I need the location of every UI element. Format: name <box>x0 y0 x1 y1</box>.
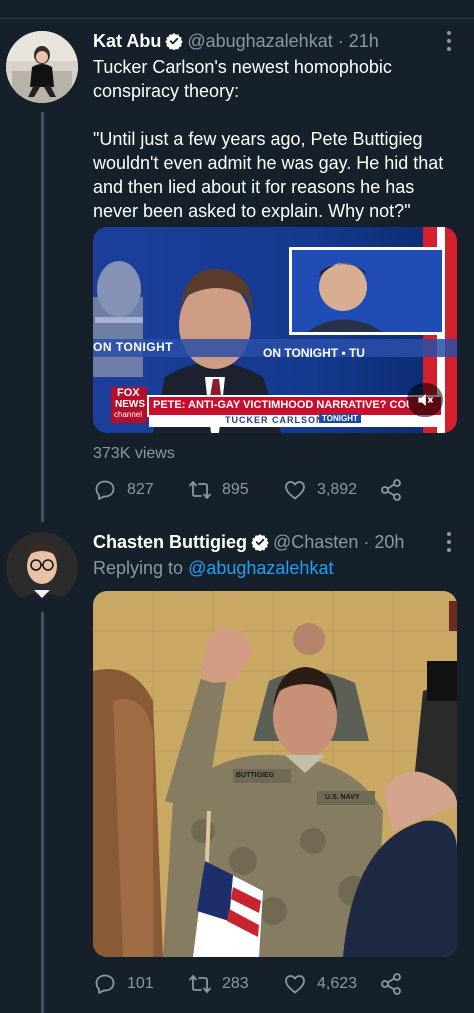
replying-to-link[interactable]: @abughazalehkat <box>188 558 333 578</box>
tweet-header: Chasten Buttigieg @Chasten · 20h <box>93 532 404 553</box>
retweet-button[interactable]: 895 <box>188 478 249 502</box>
replying-to: Replying to @abughazalehkat <box>93 558 333 579</box>
replying-to-label: Replying to <box>93 558 184 578</box>
retweet-count: 895 <box>222 481 249 498</box>
lower-third-headline: PETE: ANTI-GAY VICTIMHOOD NARRATIVE? COU… <box>153 399 409 411</box>
avatar[interactable] <box>6 532 78 604</box>
reply-icon <box>95 974 115 994</box>
retweet-icon <box>189 481 211 499</box>
share-icon <box>381 479 401 501</box>
reply-count: 101 <box>127 975 154 992</box>
tweet-time[interactable]: 20h <box>374 532 404 552</box>
thread-line <box>41 112 44 522</box>
verified-badge-icon <box>251 534 269 551</box>
tweet-actions: 827 895 3,892 <box>93 478 413 502</box>
branch-tape-text: U.S. NAVY <box>325 794 360 801</box>
more-options-icon[interactable] <box>446 31 452 55</box>
avatar-image <box>6 31 78 103</box>
share-icon <box>381 973 401 995</box>
tweet-text: Tucker Carlson's newest homophobic consp… <box>93 55 463 223</box>
tweet-text-line: never been asked to explain. Why not?" <box>93 201 411 221</box>
share-button[interactable] <box>379 972 413 996</box>
view-count: 373K views <box>93 445 175 462</box>
reply-icon <box>95 480 115 500</box>
like-button[interactable]: 4,623 <box>283 972 357 996</box>
author-name[interactable]: Chasten Buttigieg <box>93 532 247 552</box>
retweet-count: 283 <box>222 975 249 992</box>
like-count: 3,892 <box>317 481 358 498</box>
reply-count: 827 <box>127 481 154 498</box>
banner-left-text: ON TONIGHT <box>93 340 174 354</box>
tweet-header: Kat Abu @abughazalehkat · 21h <box>93 31 379 52</box>
retweet-icon <box>189 975 211 993</box>
tweet-text-line: and then lied about it for reasons he ha… <box>93 177 415 197</box>
avatar[interactable] <box>6 31 78 103</box>
author-handle[interactable]: @Chasten <box>273 532 358 552</box>
top-divider <box>0 18 474 19</box>
time-separator: · <box>337 31 344 51</box>
avatar-image <box>6 532 78 604</box>
tweet-text-line: wouldn't even admit he was gay. He hid t… <box>93 153 444 173</box>
tweet-text-line: Tucker Carlson's newest homophobic <box>93 57 392 77</box>
verified-badge-icon <box>165 33 184 50</box>
mute-icon[interactable] <box>415 390 435 410</box>
more-options-icon[interactable] <box>446 532 452 556</box>
network-logo-sub: channel <box>114 410 143 419</box>
like-icon <box>285 481 305 500</box>
network-logo-top: FOX <box>117 387 140 399</box>
network-logo-bottom: NEWS <box>115 399 145 410</box>
lower-third-show: TUCKER CARLSON <box>225 415 324 425</box>
reply-button[interactable]: 101 <box>93 972 154 996</box>
tweet-time[interactable]: 21h <box>349 31 379 51</box>
like-icon <box>285 975 305 994</box>
tweet-text-line: "Until just a few years ago, Pete Buttig… <box>93 129 423 149</box>
share-button[interactable] <box>379 478 413 502</box>
lower-third-tonight: TONIGHT <box>319 414 361 423</box>
tweet-photo[interactable]: BUTTIGIEG U.S. NAVY <box>93 591 457 957</box>
tweet-video[interactable]: ON TONIGHT ON TONIGHT • TU FOX NEWS chan… <box>93 227 457 433</box>
name-tape-text: BUTTIGIEG <box>236 772 275 779</box>
like-button[interactable]: 3,892 <box>283 478 357 502</box>
banner-right-text: ON TONIGHT • TU <box>263 346 365 360</box>
reply-button[interactable]: 827 <box>93 478 154 502</box>
thread-line <box>41 612 44 1013</box>
author-handle[interactable]: @abughazalehkat <box>187 31 332 51</box>
like-count: 4,623 <box>317 975 358 992</box>
retweet-button[interactable]: 283 <box>188 972 249 996</box>
author-name[interactable]: Kat Abu <box>93 31 161 51</box>
photo-image <box>93 591 457 957</box>
tweet-text-line: conspiracy theory: <box>93 81 240 101</box>
tweet-actions: 101 283 4,623 <box>93 972 413 996</box>
time-separator: · <box>363 532 370 552</box>
